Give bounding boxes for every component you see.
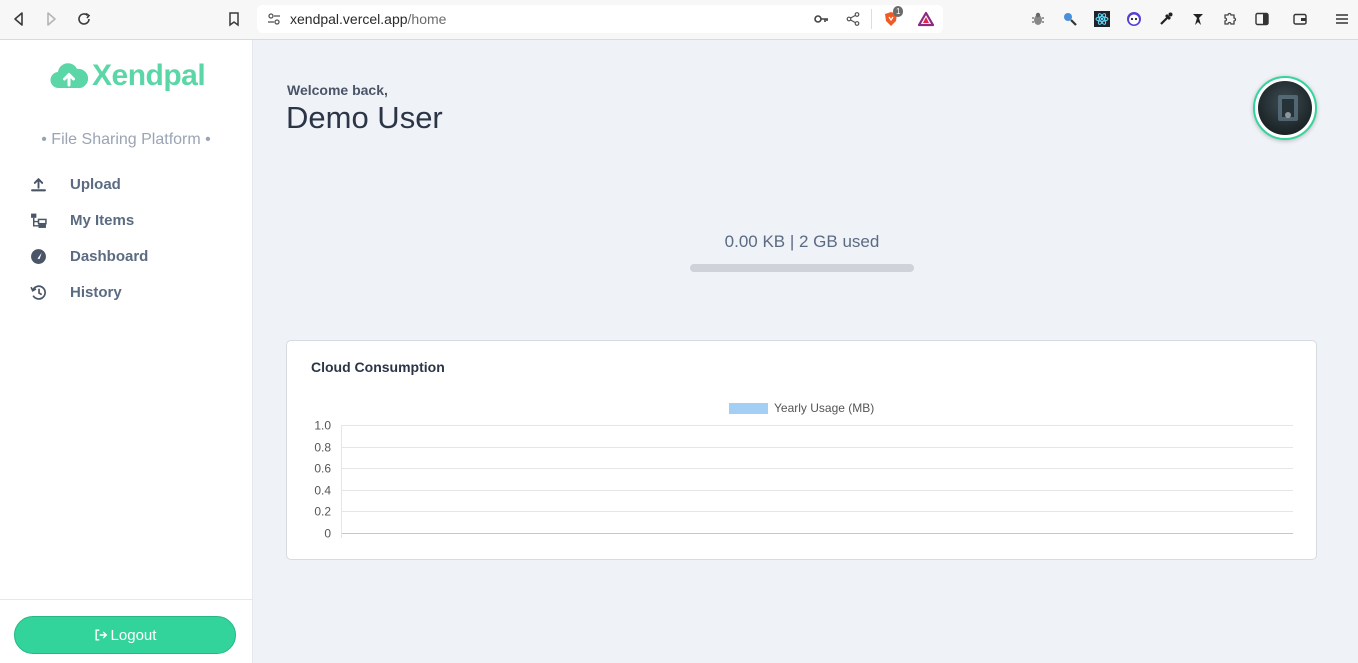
- site-settings-icon[interactable]: [263, 8, 285, 30]
- share-icon[interactable]: [842, 8, 864, 30]
- y-tick-label: 0.4: [314, 484, 331, 498]
- bookmark-icon[interactable]: [223, 8, 245, 30]
- gauge-icon: [29, 247, 47, 265]
- avatar-picture: [1278, 95, 1298, 121]
- bug-extension-icon[interactable]: [1029, 10, 1047, 28]
- sidebar: Xendpal • File Sharing Platform • Upload…: [0, 40, 253, 663]
- sidebar-item-my-items[interactable]: My Items: [0, 202, 252, 238]
- browser-toolbar: xendpal.vercel.app/home 1: [0, 0, 1358, 40]
- y-tick-label: 1.0: [314, 419, 331, 433]
- wallet-icon[interactable]: [1291, 10, 1309, 28]
- back-icon[interactable]: [8, 8, 30, 30]
- upload-icon: [29, 175, 47, 193]
- avatar-image: [1258, 81, 1312, 135]
- cloud-consumption-card: Cloud Consumption 1.0 0.8 0.6 0.4 0.2 0 Yearly…: [286, 340, 1317, 560]
- logout-label: Logout: [110, 626, 157, 644]
- url-path: /home: [407, 11, 447, 27]
- mascot-extension-icon[interactable]: [1125, 10, 1143, 28]
- menu-icon[interactable]: [1333, 10, 1351, 28]
- tagline: • File Sharing Platform •: [41, 131, 211, 148]
- sidebar-item-label: My Items: [70, 211, 135, 229]
- search-extension-icon[interactable]: [1061, 10, 1079, 28]
- react-devtools-icon[interactable]: [1093, 10, 1111, 28]
- sidebar-item-upload[interactable]: Upload: [0, 166, 252, 202]
- folder-tree-icon: [29, 211, 47, 229]
- sidebar-item-history[interactable]: History: [0, 274, 252, 310]
- avatar[interactable]: [1253, 76, 1317, 140]
- y-tick-label: 0: [324, 527, 331, 541]
- legend-swatch: [729, 403, 768, 414]
- cloud-upload-icon: [50, 63, 88, 89]
- brand-name: Xendpal: [92, 59, 206, 92]
- sidebar-item-label: History: [70, 283, 122, 301]
- sidebar-divider: [0, 599, 252, 600]
- url-host: xendpal.vercel.app: [290, 11, 408, 27]
- eyedropper-icon[interactable]: [1157, 10, 1175, 28]
- extensions-puzzle-icon[interactable]: [1221, 10, 1239, 28]
- address-bar[interactable]: xendpal.vercel.app/home 1: [257, 5, 943, 33]
- y-tick-label: 0.2: [314, 505, 331, 519]
- logout-icon: [95, 629, 107, 641]
- sidebar-item-label: Upload: [70, 175, 121, 193]
- address-bar-divider: [871, 9, 872, 29]
- brave-shields-icon[interactable]: 1: [880, 6, 904, 30]
- reload-icon[interactable]: [73, 8, 95, 30]
- legend-label: Yearly Usage (MB): [774, 401, 874, 415]
- brave-rewards-icon[interactable]: [915, 8, 937, 30]
- sidebar-item-label: Dashboard: [70, 247, 149, 265]
- forward-icon[interactable]: [40, 8, 62, 30]
- storage-usage-text: 0.00 KB | 2 GB used: [724, 232, 880, 251]
- url-text: xendpal.vercel.app/home: [290, 11, 446, 27]
- key-icon[interactable]: [810, 8, 832, 30]
- history-icon: [29, 283, 47, 301]
- brand-logo[interactable]: Xendpal: [50, 58, 206, 94]
- page-title: Demo User: [286, 100, 443, 135]
- sidebar-toggle-icon[interactable]: [1253, 10, 1271, 28]
- sidebar-nav: Upload My Items Dashboard History: [0, 166, 252, 310]
- y-tick-label: 0.8: [314, 441, 331, 455]
- y-tick-label: 0.6: [314, 462, 331, 476]
- pin-extension-icon[interactable]: [1189, 10, 1207, 28]
- sidebar-item-dashboard[interactable]: Dashboard: [0, 238, 252, 274]
- usage-chart: 1.0 0.8 0.6 0.4 0.2 0 Yearly Usage (MB): [314, 401, 1293, 541]
- welcome-text: Welcome back,: [287, 82, 388, 98]
- logout-button[interactable]: Logout: [14, 616, 236, 654]
- shields-count-badge: 1: [893, 6, 904, 17]
- storage-progress-bar: [690, 264, 914, 272]
